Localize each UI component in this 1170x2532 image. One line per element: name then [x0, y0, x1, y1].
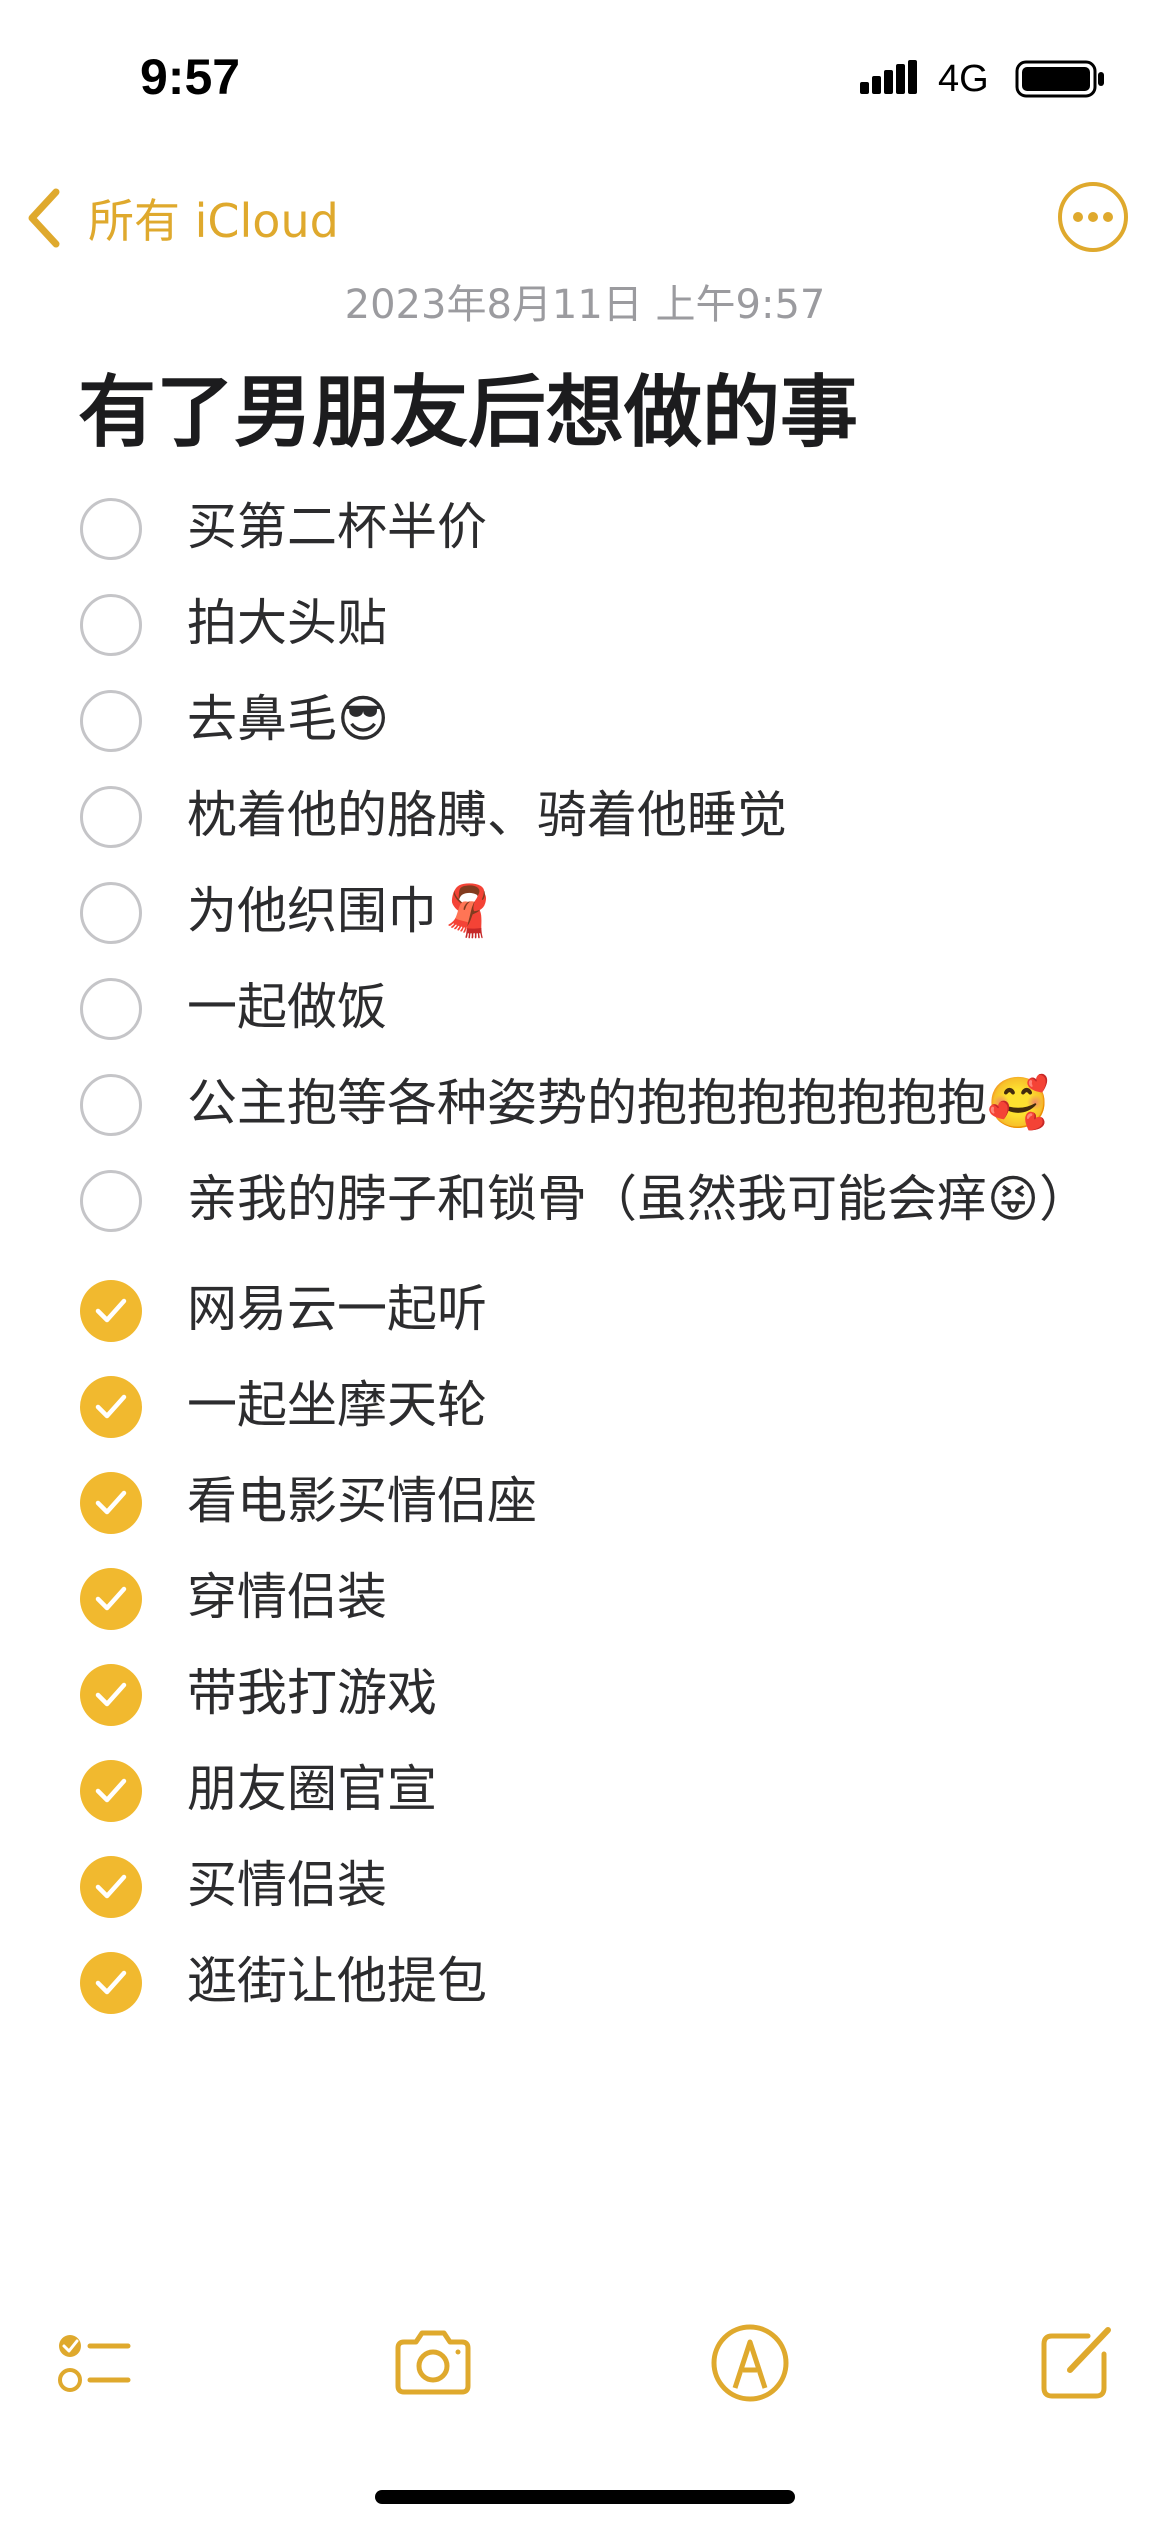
checklist-item[interactable]: 看电影买情侣座 — [0, 1454, 1170, 1550]
compose-icon[interactable] — [1030, 2318, 1120, 2408]
note-date: 2023年8月11日 上午9:57 — [344, 282, 826, 328]
checkmark-icon — [95, 1586, 127, 1611]
status-bar: 9:57 4G — [0, 0, 1170, 150]
checkbox-unchecked[interactable] — [80, 1074, 142, 1136]
checkbox-checked[interactable] — [80, 1280, 142, 1342]
home-indicator[interactable] — [375, 2490, 795, 2504]
checkmark-icon — [95, 1970, 127, 1995]
checklist-item-text[interactable]: 带我打游戏 — [187, 1646, 1097, 1742]
checkmark-icon — [95, 1778, 127, 1803]
checklist-item-text[interactable]: 枕着他的胳膊、骑着他睡觉 — [187, 768, 1097, 864]
checkbox-checked[interactable] — [80, 1376, 142, 1438]
network-type: 4G — [938, 58, 989, 100]
markup-pen-icon[interactable] — [705, 2318, 795, 2408]
checklist-item[interactable]: 带我打游戏 — [0, 1646, 1170, 1742]
back-button-label: 所有 iCloud — [88, 194, 339, 248]
checkbox-unchecked[interactable] — [80, 978, 142, 1040]
navigation-bar: 所有 iCloud — [0, 170, 1170, 270]
checkbox-checked[interactable] — [80, 1760, 142, 1822]
checkbox-unchecked[interactable] — [80, 498, 142, 560]
status-time: 9:57 — [140, 49, 241, 105]
checklist-item-text[interactable]: 一起坐摩天轮 — [187, 1358, 1097, 1454]
chevron-left-icon — [28, 188, 60, 248]
battery-icon — [1015, 60, 1104, 98]
checklist-item-text[interactable]: 亲我的脖子和锁骨（虽然我可能会痒😝） — [187, 1152, 1097, 1262]
checkbox-checked[interactable] — [80, 1952, 142, 2014]
checkbox-checked[interactable] — [80, 1664, 142, 1726]
note-title[interactable]: 有了男朋友后想做的事 — [78, 350, 858, 462]
checkbox-checked[interactable] — [80, 1568, 142, 1630]
checkbox-unchecked[interactable] — [80, 1170, 142, 1232]
checklist-item-text[interactable]: 买情侣装 — [187, 1838, 1097, 1934]
back-button[interactable]: 所有 iCloud — [24, 178, 339, 258]
checklist-item[interactable]: 一起坐摩天轮 — [0, 1358, 1170, 1454]
checklist-item-text[interactable]: 穿情侣装 — [187, 1550, 1097, 1646]
checkmark-icon — [95, 1298, 127, 1323]
checklist-item[interactable]: 为他织围巾🧣 — [0, 864, 1170, 960]
camera-icon[interactable] — [388, 2318, 478, 2408]
checklist: 买第二杯半价 拍大头贴 去鼻毛😎 枕着他的胳膊、骑着他睡觉 为他织围巾🧣 一起做… — [0, 480, 1170, 2030]
ellipsis-circle-icon[interactable] — [1056, 180, 1130, 254]
checkmark-icon — [95, 1682, 127, 1707]
checklist-item-text[interactable]: 公主抱等各种姿势的抱抱抱抱抱抱抱🥰 — [187, 1056, 1097, 1152]
cellular-signal-icon — [860, 60, 917, 94]
checklist-item[interactable]: 朋友圈官宣 — [0, 1742, 1170, 1838]
checklist-item-text[interactable]: 为他织围巾🧣 — [187, 864, 1097, 960]
bottom-toolbar — [0, 2300, 1170, 2420]
checkbox-checked[interactable] — [80, 1856, 142, 1918]
checklist-item[interactable]: 公主抱等各种姿势的抱抱抱抱抱抱抱🥰 — [0, 1056, 1170, 1152]
checklist-item[interactable]: 一起做饭 — [0, 960, 1170, 1056]
checkmark-icon — [95, 1394, 127, 1419]
checkbox-unchecked[interactable] — [80, 690, 142, 752]
checklist-item[interactable]: 买情侣装 — [0, 1838, 1170, 1934]
checklist-item-text[interactable]: 看电影买情侣座 — [187, 1454, 1097, 1550]
checklist-item[interactable]: 网易云一起听 — [0, 1262, 1170, 1358]
checkbox-unchecked[interactable] — [80, 882, 142, 944]
checklist-item[interactable]: 去鼻毛😎 — [0, 672, 1170, 768]
checklist-item[interactable]: 逛街让他提包 — [0, 1934, 1170, 2030]
checkbox-checked[interactable] — [80, 1472, 142, 1534]
checkbox-unchecked[interactable] — [80, 786, 142, 848]
checklist-item[interactable]: 亲我的脖子和锁骨（虽然我可能会痒😝） — [0, 1152, 1170, 1262]
checklist-item-text[interactable]: 拍大头贴 — [187, 576, 1097, 672]
checklist-item[interactable]: 穿情侣装 — [0, 1550, 1170, 1646]
checklist-item-text[interactable]: 去鼻毛😎 — [187, 672, 1097, 768]
checkmark-icon — [95, 1490, 127, 1515]
checklist-item-text[interactable]: 买第二杯半价 — [187, 480, 1097, 576]
checklist-item[interactable]: 买第二杯半价 — [0, 480, 1170, 576]
checklist-item-text[interactable]: 网易云一起听 — [187, 1262, 1097, 1358]
checklist-item-text[interactable]: 朋友圈官宣 — [187, 1742, 1097, 1838]
checklist-item[interactable]: 枕着他的胳膊、骑着他睡觉 — [0, 768, 1170, 864]
checkbox-unchecked[interactable] — [80, 594, 142, 656]
checklist-item-text[interactable]: 一起做饭 — [187, 960, 1097, 1056]
checkmark-icon — [95, 1874, 127, 1899]
checklist-item[interactable]: 拍大头贴 — [0, 576, 1170, 672]
checklist-icon[interactable] — [50, 2318, 140, 2408]
checklist-item-text[interactable]: 逛街让他提包 — [187, 1934, 1097, 2030]
